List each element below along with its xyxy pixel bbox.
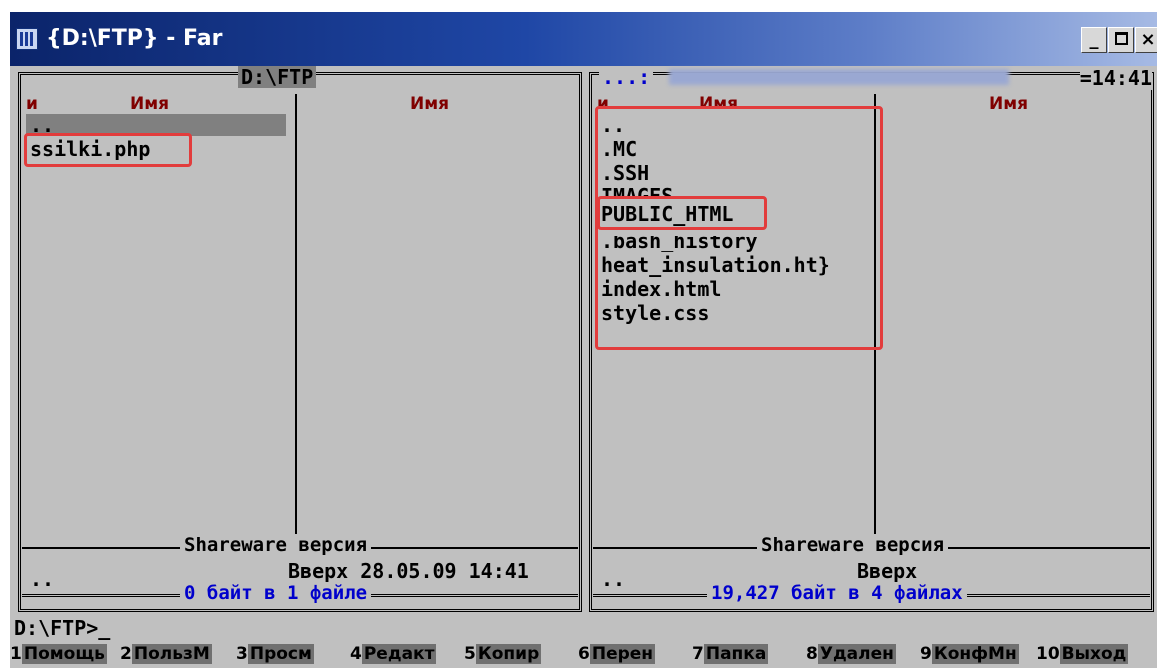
minimize-button[interactable]: _ — [1081, 27, 1107, 53]
left-col1-prefix: и — [26, 94, 38, 114]
left-col2-header[interactable]: Имя — [410, 94, 449, 114]
right-status-info: Вверх — [857, 559, 918, 583]
left-summary: 0 байт в 1 файле — [180, 582, 372, 604]
key-f2-user-menu[interactable]: 2 ПользМ — [120, 641, 212, 668]
clock: =14:41 — [1079, 66, 1152, 90]
key-f8-delete[interactable]: 8 Удален — [806, 641, 896, 668]
function-key-bar: 1 Помощь 2 ПользМ 3 Просм 4 Редакт 5 Копир 6П… — [10, 641, 1157, 668]
left-column-divider — [295, 94, 297, 534]
key-f7-mkdir[interactable]: 7 Папка — [692, 641, 769, 668]
command-line[interactable]: D:\FTP>_ — [14, 616, 110, 640]
window-title-bar[interactable]: {D:\FTP} - Far _ × — [10, 12, 1157, 66]
far-manager-icon — [16, 28, 38, 50]
key-f3-view[interactable]: 3 Просм — [236, 641, 314, 668]
right-panel[interactable]: ...: =14:41 и Имя Имя .. .MC .SSH IMAGES… — [589, 66, 1154, 612]
right-status-name: .. — [601, 567, 626, 591]
left-panel[interactable]: D:\FTP и Имя Имя .. ssilki.php Shareware… — [18, 66, 582, 612]
blurred-host-address — [669, 69, 1009, 85]
right-panel-title: ...: — [599, 66, 654, 88]
key-f6-move[interactable]: 6 Перен — [578, 641, 656, 668]
key-f5-copy[interactable]: 5 Копир — [464, 641, 542, 668]
left-col1-header[interactable]: Имя — [130, 94, 169, 114]
left-status-name: .. — [30, 567, 55, 591]
left-file-highlight — [24, 133, 192, 167]
right-col2-header[interactable]: Имя — [989, 94, 1028, 114]
key-f10-quit[interactable]: 10 Выход — [1036, 641, 1129, 668]
key-f4-edit[interactable]: 4 Редакт — [350, 641, 437, 668]
left-panel-title: D:\FTP — [238, 66, 317, 88]
left-status-info: Вверх 28.05.09 14:41 — [288, 559, 529, 583]
right-shareware-label: Shareware версия — [757, 534, 949, 556]
public-html-highlight — [597, 196, 767, 230]
maximize-icon — [1114, 32, 1128, 45]
right-summary: 19,427 байт в 4 файлах — [707, 582, 967, 604]
left-shareware-label: Shareware версия — [180, 534, 372, 556]
close-button[interactable]: × — [1135, 27, 1157, 53]
maximize-button[interactable] — [1108, 27, 1134, 53]
far-console: D:\FTP и Имя Имя .. ssilki.php Shareware… — [10, 66, 1157, 668]
key-f9-config-menu[interactable]: 9 КонфМн — [920, 641, 1019, 668]
key-f1-help[interactable]: 1 Помощь — [10, 641, 107, 668]
window-title: {D:\FTP} - Far — [46, 26, 223, 51]
